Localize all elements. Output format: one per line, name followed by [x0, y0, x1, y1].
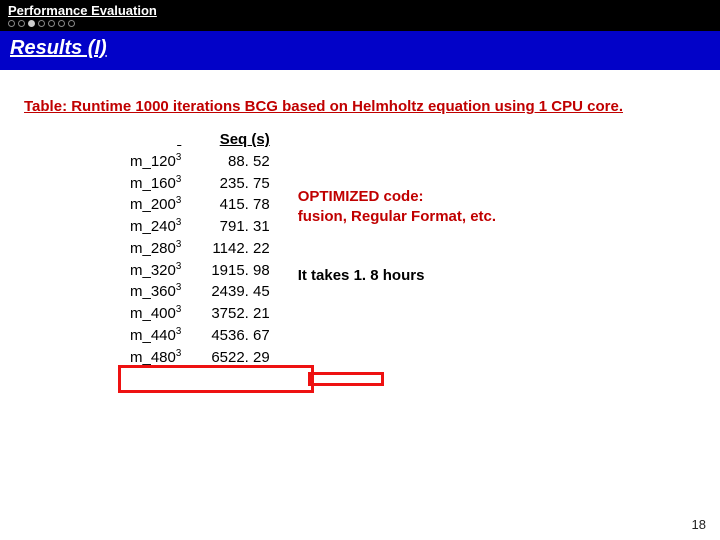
page-title: Results (I): [10, 37, 107, 59]
col-header: Seq (s): [211, 129, 269, 151]
row-label: m_4403: [130, 325, 181, 347]
content-block: m_1203 m_1603 m_2003 m_2403 m_2803 m_320…: [0, 129, 720, 368]
side-notes: OPTIMIZED code: fusion, Regular Format, …: [298, 129, 496, 286]
row-value: 791. 31: [211, 216, 269, 238]
row-label: m_1203: [130, 151, 181, 173]
page-number: 18: [692, 517, 706, 532]
row-label: m_2403: [130, 216, 181, 238]
progress-dots: [0, 20, 720, 31]
row-value: 6522. 29: [211, 347, 269, 369]
runtime-table: m_1203 m_1603 m_2003 m_2403 m_2803 m_320…: [130, 129, 270, 368]
col-spacer: [130, 129, 181, 151]
row-value: 4536. 67: [211, 325, 269, 347]
row-value: 2439. 45: [211, 281, 269, 303]
dot-icon: [58, 20, 65, 27]
row-label: m_3203: [130, 260, 181, 282]
dot-icon: [18, 20, 25, 27]
highlight-box-arrow: [308, 372, 384, 386]
row-value: 1142. 22: [211, 238, 269, 260]
row-value: 235. 75: [211, 173, 269, 195]
title-band: Results (I): [0, 31, 720, 70]
time-note: It takes 1. 8 hours: [298, 266, 496, 286]
value-column: Seq (s) 88. 52 235. 75 415. 78 791. 31 1…: [211, 129, 269, 368]
row-label: m_2003: [130, 194, 181, 216]
row-label: m_4803: [130, 347, 181, 369]
table-caption: Table: Runtime 1000 iterations BCG based…: [0, 70, 720, 129]
row-value: 3752. 21: [211, 303, 269, 325]
dot-icon: [28, 20, 35, 27]
dot-icon: [8, 20, 15, 27]
row-label: m_1603: [130, 173, 181, 195]
highlight-box-row: [118, 365, 314, 393]
optimized-note: OPTIMIZED code: fusion, Regular Format, …: [298, 187, 496, 228]
section-label: Performance Evaluation: [0, 0, 720, 20]
row-label: m_2803: [130, 238, 181, 260]
row-label: m_3603: [130, 281, 181, 303]
dot-icon: [38, 20, 45, 27]
dot-icon: [48, 20, 55, 27]
row-value: 415. 78: [211, 194, 269, 216]
row-value: 1915. 98: [211, 260, 269, 282]
label-column: m_1203 m_1603 m_2003 m_2403 m_2803 m_320…: [130, 129, 181, 368]
dot-icon: [68, 20, 75, 27]
row-value: 88. 52: [211, 151, 269, 173]
row-label: m_4003: [130, 303, 181, 325]
